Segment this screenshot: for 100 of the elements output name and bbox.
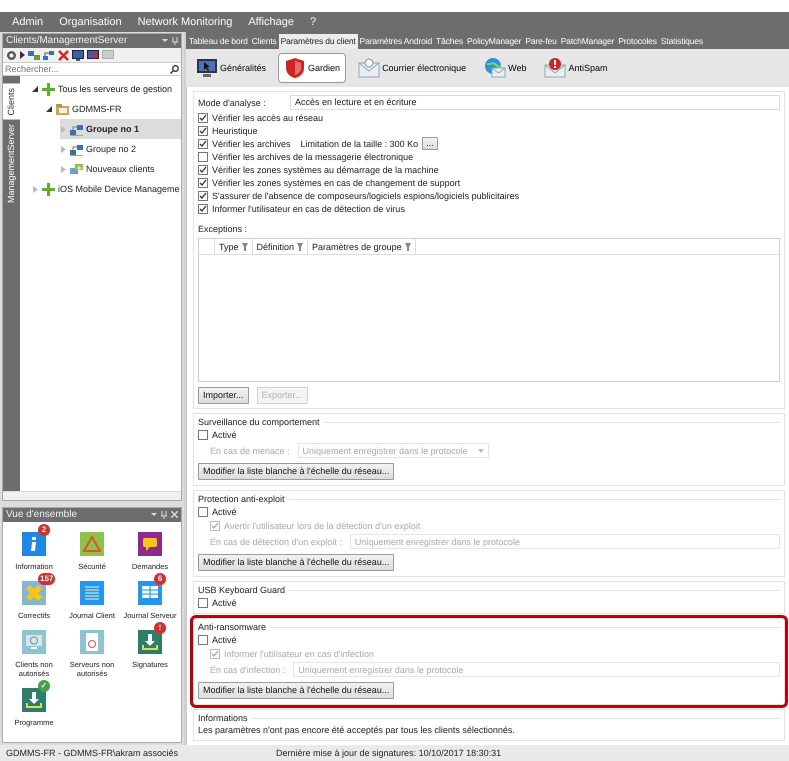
tab[interactable]: PolicyManager	[465, 34, 524, 49]
checkbox-label[interactable]: Activé	[212, 596, 237, 608]
scan-mode-field[interactable]: Accès en lecture et en écriture	[290, 95, 780, 110]
horizontal-scrollbar[interactable]	[3, 491, 181, 500]
count-badge: 157	[38, 573, 56, 585]
tab[interactable]: Gardien	[278, 53, 346, 83]
expanded-icon[interactable]	[32, 86, 39, 92]
checkbox-label[interactable]: Activé	[212, 506, 237, 518]
checkbox[interactable]	[198, 634, 208, 644]
menu-item[interactable]: Admin	[4, 16, 52, 28]
checkbox[interactable]	[198, 430, 208, 440]
tab[interactable]: AntiSpam	[538, 53, 614, 83]
play-icon[interactable]	[20, 51, 25, 59]
download-icon[interactable]	[138, 630, 162, 654]
tab[interactable]: Paramètres du client	[278, 34, 358, 49]
pin-icon[interactable]	[161, 511, 167, 519]
checkbox[interactable]	[198, 506, 208, 516]
column-header[interactable]: Paramètres de groupe	[312, 240, 402, 252]
checkbox-label[interactable]: Vérifier les zones systèmes en cas de changement de support	[212, 176, 460, 188]
checkbox[interactable]	[198, 152, 208, 162]
computer-group-icon	[70, 162, 83, 176]
column-header[interactable]: Définition	[256, 240, 294, 252]
pin-icon[interactable]	[172, 37, 178, 45]
tab[interactable]: Pare-feu	[523, 34, 559, 49]
blocked-monitor-icon[interactable]	[22, 630, 46, 654]
checkbox[interactable]	[198, 190, 208, 200]
count-badge: !	[154, 622, 166, 634]
checkbox[interactable]	[198, 112, 208, 122]
tab[interactable]: Tâches	[434, 34, 466, 49]
menu-item[interactable]: ?	[302, 16, 324, 28]
checkbox[interactable]	[198, 126, 208, 136]
checkbox-label[interactable]: Informer l'utilisateur en cas de détection de virus	[212, 202, 405, 214]
checkbox[interactable]	[198, 204, 208, 214]
computer-icon[interactable]	[28, 50, 40, 60]
bandage-icon[interactable]	[22, 581, 46, 605]
tree-item[interactable]: Groupe no 2	[60, 139, 181, 159]
side-tab[interactable]: Clients	[3, 84, 20, 120]
list-icon[interactable]	[80, 581, 104, 605]
checkbox[interactable]	[198, 164, 208, 174]
tab[interactable]: Clients	[250, 34, 279, 49]
monitor-icon[interactable]	[87, 50, 99, 60]
close-icon[interactable]	[171, 511, 178, 518]
action-button[interactable]: Importer...	[198, 387, 249, 404]
dropdown-icon[interactable]	[162, 37, 168, 43]
filter-icon[interactable]	[297, 242, 304, 250]
section-title: Anti-ransomware	[198, 621, 780, 633]
whitelist-button[interactable]: Modifier la liste blanche à l'échelle du réseau...	[198, 554, 394, 571]
tab[interactable]: Courrier électronique	[352, 53, 472, 83]
delete-icon[interactable]	[58, 50, 69, 60]
tree-item[interactable]: Nouveaux clients	[60, 159, 181, 179]
tree-item[interactable]: Groupe no 1	[60, 119, 181, 139]
tab[interactable]: PatchManager	[558, 34, 616, 49]
caret-icon	[478, 448, 484, 452]
checkbox-label[interactable]: Activé	[212, 634, 237, 646]
filter-icon[interactable]	[404, 242, 411, 250]
tab[interactable]: Tableau de bord	[187, 34, 250, 49]
checkbox-label[interactable]: Heuristique	[212, 124, 258, 136]
side-tab[interactable]: ManagementServer	[3, 120, 20, 207]
checkbox[interactable]	[198, 178, 208, 188]
search-icon[interactable]	[170, 64, 179, 74]
globe-envelope-icon	[484, 57, 506, 79]
network-icon[interactable]	[43, 50, 55, 60]
menu-item[interactable]: Network Monitoring	[130, 16, 240, 28]
monitor-icon[interactable]	[72, 50, 84, 60]
checkbox-label[interactable]: Activé	[212, 428, 237, 440]
expanded-icon[interactable]	[46, 106, 53, 112]
tab[interactable]: Protocoles	[616, 34, 659, 49]
computer-group-icon	[70, 142, 83, 156]
tab[interactable]: Web	[478, 53, 532, 83]
checkbox-label[interactable]: Vérifier les archives	[212, 138, 291, 150]
download-icon[interactable]	[22, 688, 46, 712]
dropdown-icon[interactable]	[151, 511, 157, 517]
whitelist-button[interactable]: Modifier la liste blanche à l'échelle du réseau...	[198, 682, 394, 699]
count-badge: 2	[38, 524, 50, 536]
search-field[interactable]: Rechercher...	[3, 62, 181, 76]
checkbox-label[interactable]: S'assurer de l'absence de composeurs/logiciels espions/logiciels publicitaires	[212, 190, 520, 202]
panel-title: Clients/ManagementServer	[6, 35, 128, 47]
tree-item[interactable]: Tous les serveurs de gestion	[32, 79, 181, 99]
blocked-document-icon[interactable]	[80, 630, 104, 654]
checkbox-label[interactable]: Vérifier les archives de la messagerie électronique	[212, 150, 414, 162]
tab[interactable]: Généralités	[190, 53, 272, 83]
checkbox-label[interactable]: Vérifier les accès au réseau	[212, 112, 324, 124]
refresh-icon[interactable]	[6, 50, 17, 60]
browse-button[interactable]: ...	[422, 137, 438, 150]
whitelist-button[interactable]: Modifier la liste blanche à l'échelle du réseau...	[198, 463, 394, 480]
menu-item[interactable]: Affichage	[240, 16, 302, 28]
checkbox[interactable]	[198, 598, 208, 608]
table-icon[interactable]	[138, 581, 162, 605]
section-title: Surveillance du comportement	[198, 416, 780, 428]
column-header[interactable]: Type	[219, 240, 239, 252]
checkbox-label[interactable]: Vérifier les zones systèmes au démarrage de la machine	[212, 164, 439, 176]
tree-item[interactable]: iOS Mobile Device Manageme	[32, 179, 181, 199]
tab[interactable]: Statistiques	[658, 34, 706, 49]
checkbox[interactable]	[198, 138, 208, 148]
tab[interactable]: Paramètres Android	[358, 34, 434, 49]
chat-icon[interactable]	[138, 532, 162, 556]
tree-item[interactable]: GDMMS-FR	[46, 99, 181, 119]
filter-icon[interactable]	[242, 242, 248, 250]
info-icon[interactable]	[22, 532, 46, 556]
menu-item[interactable]: Organisation	[51, 16, 130, 28]
